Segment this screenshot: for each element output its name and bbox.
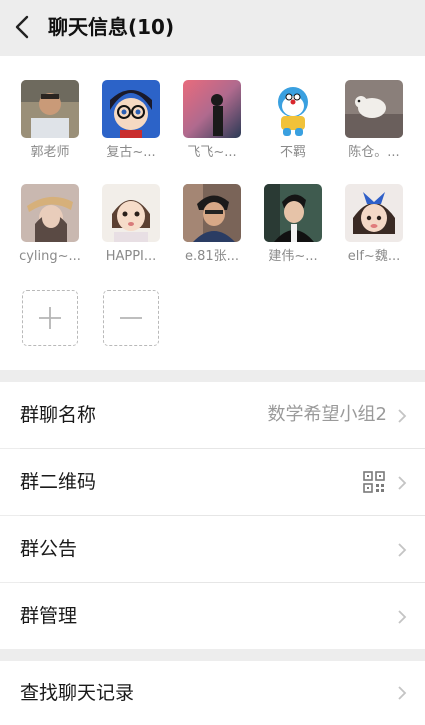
section-divider bbox=[0, 649, 425, 661]
minus-icon bbox=[120, 317, 142, 319]
avatar[interactable] bbox=[21, 184, 79, 242]
group-name-value: 数学希望小组2 bbox=[267, 404, 387, 425]
group-announcement-row[interactable]: 群公告 bbox=[0, 516, 425, 582]
member-item[interactable]: e.81张... bbox=[177, 184, 247, 266]
member-name: cyling~... bbox=[19, 249, 81, 264]
member-name: 郭老师 bbox=[30, 145, 70, 160]
group-name-row[interactable]: 群聊名称 数学希望小组2 bbox=[0, 382, 425, 448]
group-name-label: 群聊名称 bbox=[20, 404, 97, 426]
qrcode-icon bbox=[363, 471, 385, 493]
member-item[interactable]: 不羁 bbox=[258, 80, 328, 162]
member-grid: 郭老师 复古~... 飞飞~... 不羁 陈仓。... cyling~... H… bbox=[0, 56, 425, 370]
add-member-button[interactable] bbox=[22, 290, 78, 346]
avatar[interactable] bbox=[345, 80, 403, 138]
avatar[interactable] bbox=[183, 80, 241, 138]
member-item[interactable]: elf~魏... bbox=[339, 184, 409, 266]
member-name: 复古~... bbox=[106, 145, 156, 160]
member-item[interactable]: cyling~... bbox=[15, 184, 85, 266]
page-title: 聊天信息(10) bbox=[48, 15, 175, 39]
member-item[interactable]: HAPPI... bbox=[96, 184, 166, 266]
avatar[interactable] bbox=[102, 80, 160, 138]
chevron-right-icon bbox=[398, 686, 407, 700]
member-item[interactable]: 陈仓。... bbox=[339, 80, 409, 162]
avatar[interactable] bbox=[183, 184, 241, 242]
group-qrcode-label: 群二维码 bbox=[20, 471, 97, 493]
member-name: 陈仓。... bbox=[348, 145, 400, 160]
search-history-label: 查找聊天记录 bbox=[20, 682, 135, 704]
avatar[interactable] bbox=[264, 80, 322, 138]
member-name: 不羁 bbox=[279, 145, 306, 160]
member-item[interactable]: 建伟~... bbox=[258, 184, 328, 266]
chevron-right-icon bbox=[398, 409, 407, 423]
chevron-right-icon bbox=[398, 543, 407, 557]
member-name: e.81张... bbox=[184, 249, 240, 264]
member-name: 建伟~... bbox=[268, 249, 318, 264]
group-announcement-label: 群公告 bbox=[20, 538, 78, 560]
member-item[interactable]: 复古~... bbox=[96, 80, 166, 162]
avatar[interactable] bbox=[102, 184, 160, 242]
back-arrow-icon[interactable] bbox=[10, 12, 38, 42]
search-history-row[interactable]: 查找聊天记录 bbox=[0, 661, 425, 725]
member-name: elf~魏... bbox=[347, 249, 401, 264]
member-name: 飞飞~... bbox=[187, 145, 237, 160]
group-manage-label: 群管理 bbox=[20, 605, 78, 627]
section-divider bbox=[0, 370, 425, 382]
avatar[interactable] bbox=[264, 184, 322, 242]
member-item[interactable]: 郭老师 bbox=[15, 80, 85, 162]
chevron-right-icon bbox=[398, 610, 407, 624]
group-manage-row[interactable]: 群管理 bbox=[0, 583, 425, 649]
avatar[interactable] bbox=[21, 80, 79, 138]
remove-member-button[interactable] bbox=[103, 290, 159, 346]
group-qrcode-row[interactable]: 群二维码 bbox=[0, 449, 425, 515]
member-name: HAPPI... bbox=[105, 249, 157, 264]
chevron-right-icon bbox=[398, 476, 407, 490]
top-bar: 聊天信息(10) bbox=[0, 0, 425, 56]
avatar[interactable] bbox=[345, 184, 403, 242]
member-item[interactable]: 飞飞~... bbox=[177, 80, 247, 162]
plus-icon bbox=[39, 307, 61, 329]
